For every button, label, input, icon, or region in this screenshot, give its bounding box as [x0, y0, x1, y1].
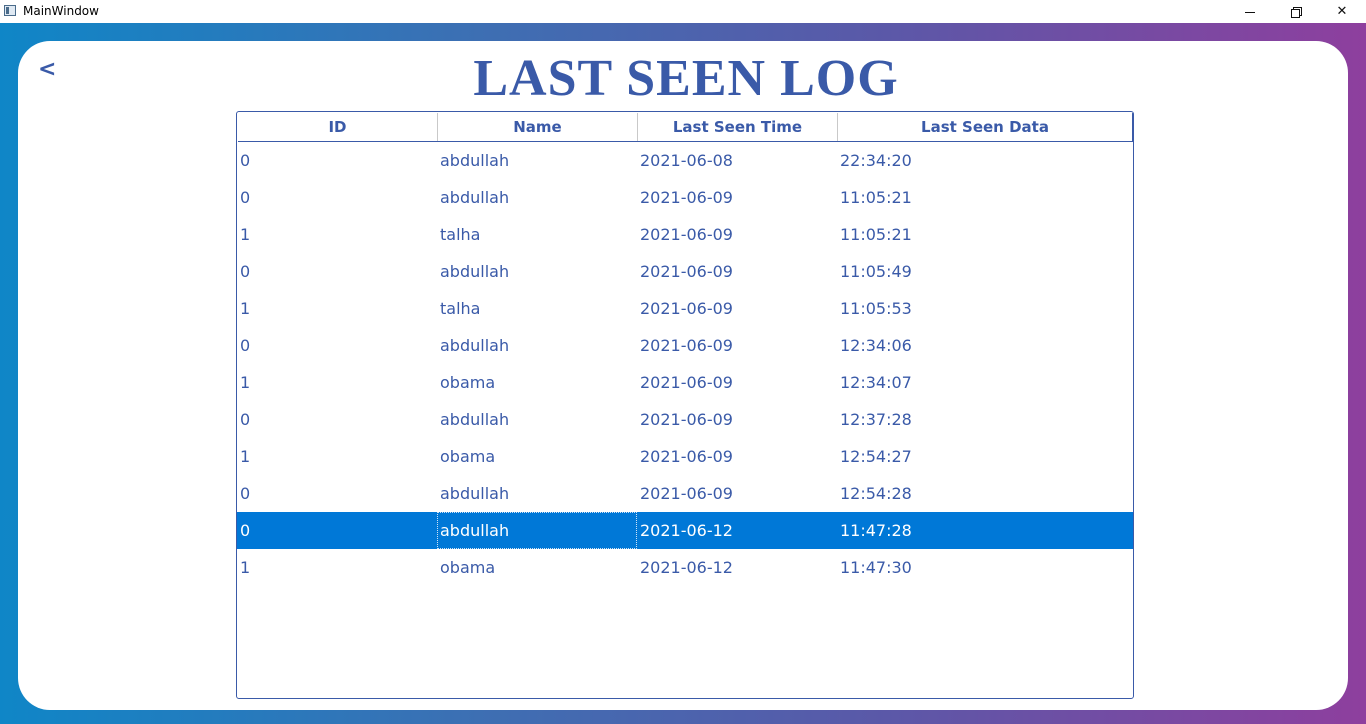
content-card: < LAST SEEN LOG ID Name Last Seen Time L…	[18, 41, 1348, 710]
title-bar: MainWindow ✕	[0, 0, 1366, 23]
restore-icon	[1291, 6, 1302, 18]
cell-last-seen-time[interactable]: 2021-06-09	[637, 401, 837, 438]
table-row[interactable]: 0 abdullah 2021-06-09 11:05:49	[237, 253, 1133, 290]
cell-last-seen-time[interactable]: 2021-06-09	[637, 216, 837, 253]
table-row[interactable]: 0 abdullah 2021-06-09 12:34:06	[237, 327, 1133, 364]
cell-id[interactable]: 0	[237, 179, 437, 216]
cell-last-seen-data[interactable]: 11:05:21	[837, 179, 1133, 216]
restore-button[interactable]	[1273, 0, 1319, 23]
cell-last-seen-data[interactable]: 12:34:07	[837, 364, 1133, 401]
cell-name[interactable]: abdullah	[437, 512, 637, 549]
cell-name[interactable]: obama	[437, 364, 637, 401]
cell-name[interactable]: obama	[437, 438, 637, 475]
page-title: LAST SEEN LOG	[473, 50, 899, 107]
column-header-name[interactable]: Name	[438, 113, 638, 141]
table-row[interactable]: 0 abdullah 2021-06-12 11:47:28	[237, 512, 1133, 549]
cell-name[interactable]: abdullah	[437, 253, 637, 290]
window-app-icon	[4, 5, 16, 16]
cell-last-seen-time[interactable]: 2021-06-09	[637, 179, 837, 216]
minimize-button[interactable]	[1227, 0, 1273, 23]
cell-last-seen-data[interactable]: 11:47:30	[837, 549, 1133, 586]
cell-last-seen-data[interactable]: 11:05:53	[837, 290, 1133, 327]
cell-id[interactable]: 0	[237, 327, 437, 364]
cell-last-seen-time[interactable]: 2021-06-09	[637, 327, 837, 364]
minimize-icon	[1245, 12, 1255, 13]
column-header-last-seen-time[interactable]: Last Seen Time	[638, 113, 838, 141]
table-body: 0 abdullah 2021-06-08 22:34:20 0 abdullah 2021…	[237, 142, 1133, 586]
cell-id[interactable]: 0	[237, 475, 437, 512]
cell-name[interactable]: obama	[437, 549, 637, 586]
cell-name[interactable]: abdullah	[437, 401, 637, 438]
cell-name[interactable]: abdullah	[437, 475, 637, 512]
cell-id[interactable]: 1	[237, 364, 437, 401]
cell-last-seen-time[interactable]: 2021-06-12	[637, 549, 837, 586]
table-row[interactable]: 1 obama 2021-06-09 12:54:27	[237, 438, 1133, 475]
column-header-id[interactable]: ID	[238, 113, 438, 141]
last-seen-table[interactable]: ID Name Last Seen Time Last Seen Data 0a…	[236, 111, 1134, 699]
gradient-background: < LAST SEEN LOG ID Name Last Seen Time L…	[0, 23, 1366, 724]
cell-id[interactable]: 0	[237, 512, 437, 549]
cell-name[interactable]: talha	[437, 216, 637, 253]
close-icon: ✕	[1336, 4, 1348, 19]
cell-last-seen-data[interactable]: 12:34:06	[837, 327, 1133, 364]
cell-last-seen-data[interactable]: 11:05:21	[837, 216, 1133, 253]
cell-last-seen-data[interactable]: 11:47:28	[837, 512, 1133, 549]
cell-id[interactable]: 1	[237, 290, 437, 327]
cell-last-seen-time[interactable]: 2021-06-09	[637, 364, 837, 401]
table-header: ID Name Last Seen Time Last Seen Data	[238, 113, 1133, 142]
cell-name[interactable]: abdullah	[437, 327, 637, 364]
table-row[interactable]: 1 talha 2021-06-09 11:05:53	[237, 290, 1133, 327]
cell-name[interactable]: abdullah	[437, 179, 637, 216]
column-header-last-seen-data[interactable]: Last Seen Data	[838, 113, 1133, 141]
cell-last-seen-data[interactable]: 12:37:28	[837, 401, 1133, 438]
cell-last-seen-time[interactable]: 2021-06-09	[637, 290, 837, 327]
cell-id[interactable]: 0	[237, 253, 437, 290]
cell-id[interactable]: 0	[237, 401, 437, 438]
cell-last-seen-time[interactable]: 2021-06-09	[637, 253, 837, 290]
cell-id[interactable]: 0	[237, 142, 437, 179]
table-row[interactable]: 1 obama 2021-06-09 12:34:07	[237, 364, 1133, 401]
window-title: MainWindow	[23, 4, 99, 18]
cell-last-seen-data[interactable]: 11:05:49	[837, 253, 1133, 290]
cell-last-seen-time[interactable]: 2021-06-09	[637, 438, 837, 475]
cell-last-seen-time[interactable]: 2021-06-08	[637, 142, 837, 179]
cell-id[interactable]: 1	[237, 438, 437, 475]
cell-last-seen-time[interactable]: 2021-06-12	[637, 512, 837, 549]
cell-last-seen-data[interactable]: 22:34:20	[837, 142, 1133, 179]
table-row[interactable]: 1 talha 2021-06-09 11:05:21	[237, 216, 1133, 253]
table-row[interactable]: 0 abdullah 2021-06-08 22:34:20	[237, 142, 1133, 179]
cell-name[interactable]: abdullah	[437, 142, 637, 179]
table-row[interactable]: 0 abdullah 2021-06-09 12:37:28	[237, 401, 1133, 438]
cell-last-seen-time[interactable]: 2021-06-09	[637, 475, 837, 512]
cell-last-seen-data[interactable]: 12:54:27	[837, 438, 1133, 475]
cell-id[interactable]: 1	[237, 549, 437, 586]
cell-last-seen-data[interactable]: 12:54:28	[837, 475, 1133, 512]
cell-name[interactable]: talha	[437, 290, 637, 327]
table-row[interactable]: 0 abdullah 2021-06-09 11:05:21	[237, 179, 1133, 216]
table-row[interactable]: 0 abdullah 2021-06-09 12:54:28	[237, 475, 1133, 512]
close-button[interactable]: ✕	[1319, 0, 1365, 23]
cell-id[interactable]: 1	[237, 216, 437, 253]
table-row[interactable]: 1 obama 2021-06-12 11:47:30	[237, 549, 1133, 586]
